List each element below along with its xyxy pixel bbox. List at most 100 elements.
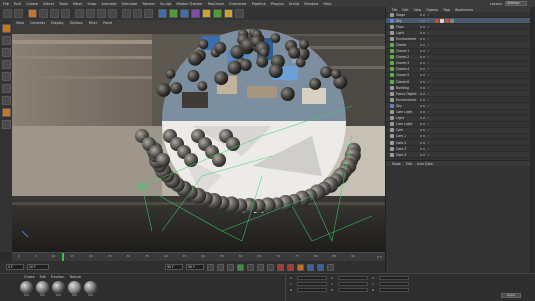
object-name[interactable]: Focus Object bbox=[396, 92, 417, 96]
enabled-check-icon[interactable]: ✓ bbox=[427, 80, 430, 84]
visibility-dots-icon[interactable] bbox=[420, 92, 425, 95]
menu-item-sculpt[interactable]: Sculpt bbox=[160, 2, 171, 6]
attribute-manager-menu-user-data[interactable]: User Data bbox=[417, 162, 433, 166]
menu-item-help[interactable]: Help bbox=[323, 2, 331, 6]
enabled-check-icon[interactable]: ✓ bbox=[427, 122, 430, 126]
visibility-dots-icon[interactable] bbox=[420, 13, 425, 16]
viewport-menu-filter[interactable]: Filter bbox=[89, 21, 97, 25]
coord-value-field[interactable] bbox=[297, 287, 327, 292]
object-name[interactable]: Cloner.4 bbox=[396, 67, 409, 71]
enabled-check-icon[interactable]: ✓ bbox=[427, 153, 430, 157]
visibility-dots-icon[interactable] bbox=[420, 141, 425, 144]
visibility-dots-icon[interactable] bbox=[420, 123, 425, 126]
object-tags[interactable] bbox=[435, 18, 454, 23]
visibility-dots-icon[interactable] bbox=[420, 111, 425, 114]
deformer-icon[interactable] bbox=[202, 9, 211, 18]
object-name[interactable]: Floor bbox=[396, 25, 404, 29]
enabled-check-icon[interactable]: ✓ bbox=[427, 134, 430, 138]
rotation-key-icon[interactable] bbox=[327, 263, 334, 271]
object-name[interactable]: Stage bbox=[396, 13, 405, 17]
viewport-menu-cameras[interactable]: Cameras bbox=[30, 21, 45, 25]
enabled-check-icon[interactable]: ✓ bbox=[427, 141, 430, 145]
object-name[interactable]: Cloner.2 bbox=[396, 55, 409, 59]
enabled-check-icon[interactable]: ✓ bbox=[427, 147, 430, 151]
object-name[interactable]: Cam.3 bbox=[396, 147, 406, 151]
visibility-dots-icon[interactable] bbox=[420, 104, 425, 107]
layout-dropdown[interactable]: Startup bbox=[505, 1, 527, 6]
material-swatch[interactable] bbox=[68, 281, 81, 294]
spline-icon[interactable] bbox=[180, 9, 189, 18]
3d-viewport[interactable] bbox=[12, 26, 385, 252]
menu-item-window[interactable]: Window bbox=[304, 2, 318, 6]
render-picture-viewer-icon[interactable] bbox=[133, 9, 142, 18]
menu-item-select[interactable]: Select bbox=[43, 2, 54, 6]
goto-end-icon[interactable] bbox=[267, 263, 274, 271]
menu-item-character[interactable]: Character bbox=[229, 2, 247, 6]
menu-item-file[interactable]: File bbox=[3, 2, 9, 6]
visibility-dots-icon[interactable] bbox=[420, 31, 425, 34]
menu-item-snap[interactable]: Snap bbox=[87, 2, 96, 6]
menu-item-mesh[interactable]: Mesh bbox=[73, 2, 82, 6]
position-key-icon[interactable] bbox=[307, 263, 314, 271]
visibility-dots-icon[interactable] bbox=[420, 37, 425, 40]
object-name[interactable]: Light bbox=[396, 31, 404, 35]
menu-item-motion-tracker[interactable]: Motion Tracker bbox=[176, 2, 202, 6]
start-frame-field[interactable]: 0 F bbox=[6, 264, 24, 270]
current-frame-field[interactable]: 20 F bbox=[27, 264, 49, 270]
autokey-icon[interactable] bbox=[287, 263, 294, 271]
coord-value-field[interactable] bbox=[338, 287, 368, 292]
object-name[interactable]: Environment bbox=[396, 98, 416, 102]
enabled-check-icon[interactable]: ✓ bbox=[427, 43, 430, 47]
timeline-ruler[interactable]: 0 5 10 15 20 25 30 35 40 45 50 55 60 65 70 75 80 85 90 0 F bbox=[12, 252, 385, 262]
enabled-check-icon[interactable]: ✓ bbox=[427, 19, 430, 23]
visibility-dots-icon[interactable] bbox=[420, 56, 425, 59]
enabled-check-icon[interactable]: ✓ bbox=[427, 110, 430, 114]
coord-value-field[interactable] bbox=[379, 281, 409, 286]
object-name[interactable]: Cam bbox=[396, 128, 403, 132]
object-name[interactable]: Sky bbox=[396, 104, 402, 108]
object-manager-menu-edit[interactable]: Edit bbox=[402, 8, 408, 12]
object-name[interactable]: Cloner.1 bbox=[396, 49, 409, 53]
edges-mode-icon[interactable] bbox=[1, 84, 11, 93]
enabled-check-icon[interactable]: ✓ bbox=[427, 67, 430, 71]
enabled-check-icon[interactable]: ✓ bbox=[427, 31, 430, 35]
next-frame-icon[interactable] bbox=[247, 263, 254, 271]
polygons-mode-icon[interactable] bbox=[1, 96, 11, 105]
material-menu-function[interactable]: Function bbox=[51, 275, 65, 279]
attribute-manager-menu-edit[interactable]: Edit bbox=[406, 162, 412, 166]
visibility-dots-icon[interactable] bbox=[420, 153, 425, 156]
workplane-icon[interactable] bbox=[1, 60, 11, 69]
viewport-menu-options[interactable]: Options bbox=[70, 21, 83, 25]
enabled-check-icon[interactable]: ✓ bbox=[427, 25, 430, 29]
object-name[interactable]: Light bbox=[396, 116, 404, 120]
visibility-dots-icon[interactable] bbox=[420, 68, 425, 71]
visibility-dots-icon[interactable] bbox=[420, 80, 425, 83]
menu-item-edit[interactable]: Edit bbox=[14, 2, 21, 6]
enabled-check-icon[interactable]: ✓ bbox=[427, 49, 430, 53]
axis-z-icon[interactable] bbox=[97, 9, 106, 18]
coord-value-field[interactable] bbox=[379, 275, 409, 280]
menu-item-tools[interactable]: Tools bbox=[59, 2, 68, 6]
enabled-check-icon[interactable]: ✓ bbox=[427, 86, 430, 90]
visibility-dots-icon[interactable] bbox=[420, 25, 425, 28]
enabled-check-icon[interactable]: ✓ bbox=[427, 92, 430, 96]
axis-x-icon[interactable] bbox=[75, 9, 84, 18]
visibility-dots-icon[interactable] bbox=[420, 147, 425, 150]
visibility-dots-icon[interactable] bbox=[420, 117, 425, 120]
material-swatch[interactable] bbox=[36, 281, 49, 294]
object-name[interactable]: Environment bbox=[396, 37, 416, 41]
layout-selector[interactable]: Layout: Startup bbox=[490, 1, 527, 6]
object-manager-menu-objects[interactable]: Objects bbox=[426, 8, 438, 12]
material-swatch[interactable] bbox=[52, 281, 65, 294]
material-menu-create[interactable]: Create bbox=[24, 275, 35, 279]
prev-frame-icon[interactable] bbox=[227, 263, 234, 271]
enable-axis-icon[interactable] bbox=[1, 108, 11, 117]
record-icon[interactable] bbox=[277, 263, 284, 271]
visibility-dots-icon[interactable] bbox=[420, 129, 425, 132]
object-name[interactable]: Cloner.3 bbox=[396, 61, 409, 65]
object-row[interactable]: Cam.4 ✓ bbox=[386, 152, 535, 159]
viewport-menu-panel[interactable]: Panel bbox=[103, 21, 112, 25]
visibility-dots-icon[interactable] bbox=[420, 19, 425, 22]
menu-item-animate[interactable]: Animate bbox=[101, 2, 116, 6]
object-name[interactable]: Cam Light bbox=[396, 122, 412, 126]
